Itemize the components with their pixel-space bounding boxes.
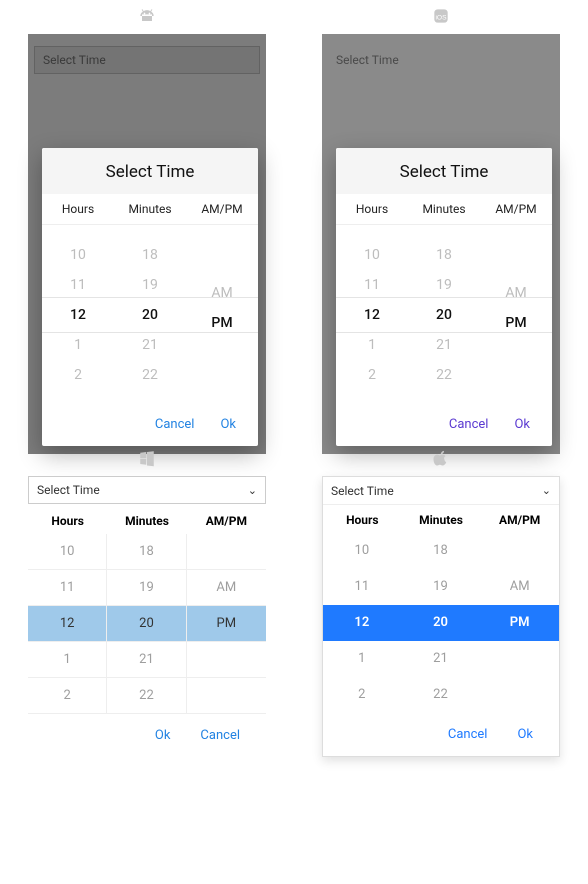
- hours-selected: 12: [364, 307, 380, 323]
- hours-selected[interactable]: 12: [28, 606, 107, 642]
- time-picker-grid[interactable]: 1018 1119AM: [323, 533, 559, 605]
- apple-icon: [431, 448, 451, 468]
- chevron-down-icon: ⌄: [248, 484, 257, 497]
- time-picker-modal: Select Time Hours Minutes AM/PM 10 11 12…: [42, 148, 258, 446]
- minutes-selected: 20: [436, 307, 452, 323]
- selected-row[interactable]: 1220PM: [28, 606, 266, 642]
- cancel-button[interactable]: Cancel: [200, 728, 240, 743]
- col-header-hours: Hours: [336, 202, 408, 216]
- ampm-wheel[interactable]: AM PM: [480, 225, 552, 405]
- minutes-wheel[interactable]: 18 19 20 21 22: [408, 225, 480, 405]
- time-picker-modal: Select Time Hours Minutes AM/PM 10 11 12…: [336, 148, 552, 446]
- col-header-minutes: Minutes: [107, 514, 186, 528]
- time-input[interactable]: Select Time ⌄: [28, 476, 266, 504]
- ampm-selected: PM: [211, 315, 232, 331]
- cancel-button[interactable]: Cancel: [449, 417, 489, 432]
- col-header-minutes: Minutes: [114, 202, 186, 216]
- ampm-selected: PM: [505, 315, 526, 331]
- android-icon: [137, 6, 157, 26]
- time-input[interactable]: Select Time: [34, 46, 260, 74]
- ok-button[interactable]: Ok: [155, 728, 171, 743]
- minutes-wheel[interactable]: 18 19 20 21 22: [114, 225, 186, 405]
- android-screen: Select Time Select Time Hours Minutes AM…: [28, 34, 266, 454]
- cancel-button[interactable]: Cancel: [448, 727, 488, 742]
- time-input[interactable]: Select Time: [328, 46, 554, 74]
- col-header-hours: Hours: [28, 514, 107, 528]
- time-input[interactable]: Select Time ⌄: [323, 477, 559, 505]
- col-header-minutes: Minutes: [402, 513, 481, 527]
- col-header-ampm: AM/PM: [186, 202, 258, 216]
- chevron-down-icon: ⌄: [542, 484, 551, 497]
- ios-icon: iOS: [431, 6, 451, 26]
- svg-text:iOS: iOS: [435, 14, 447, 21]
- time-picker-grid[interactable]: 1018 1119AM: [28, 534, 266, 606]
- time-input-label: Select Time: [336, 53, 399, 67]
- col-header-ampm: AM/PM: [480, 202, 552, 216]
- hours-wheel[interactable]: 10 11 12 1 2: [336, 225, 408, 405]
- ok-button[interactable]: Ok: [220, 417, 236, 432]
- cancel-button[interactable]: Cancel: [155, 417, 195, 432]
- col-header-hours: Hours: [323, 513, 402, 527]
- modal-title: Select Time: [336, 148, 552, 194]
- minutes-selected[interactable]: 20: [402, 605, 481, 641]
- time-picker-wheels[interactable]: 10 11 12 1 2 18 19 20 21 22: [336, 225, 552, 405]
- ok-button[interactable]: Ok: [514, 417, 530, 432]
- ios-screen: Select Time Select Time Hours Minutes AM…: [322, 34, 560, 454]
- minutes-selected: 20: [142, 307, 158, 323]
- time-input-label: Select Time: [37, 483, 100, 497]
- modal-title: Select Time: [42, 148, 258, 194]
- ampm-selected[interactable]: PM: [480, 605, 559, 641]
- ok-button[interactable]: Ok: [517, 727, 533, 742]
- time-input-label: Select Time: [331, 484, 394, 498]
- ampm-selected[interactable]: PM: [187, 606, 266, 642]
- selected-row[interactable]: 1220PM: [323, 605, 559, 641]
- hours-selected: 12: [70, 307, 86, 323]
- macos-picker: Select Time ⌄ Hours Minutes AM/PM 1018 1…: [322, 476, 560, 757]
- col-header-ampm: AM/PM: [187, 514, 266, 528]
- time-picker-wheels[interactable]: 10 11 12 1 2 18 19 20 21 22: [42, 225, 258, 405]
- hours-wheel[interactable]: 10 11 12 1 2: [42, 225, 114, 405]
- windows-picker: Select Time ⌄ Hours Minutes AM/PM 1018 1…: [28, 476, 266, 757]
- col-header-ampm: AM/PM: [480, 513, 559, 527]
- minutes-selected[interactable]: 20: [107, 606, 186, 642]
- col-header-hours: Hours: [42, 202, 114, 216]
- windows-icon: [137, 448, 157, 468]
- hours-selected[interactable]: 12: [323, 605, 402, 641]
- col-header-minutes: Minutes: [408, 202, 480, 216]
- ampm-wheel[interactable]: AM PM: [186, 225, 258, 405]
- time-input-label: Select Time: [43, 53, 106, 67]
